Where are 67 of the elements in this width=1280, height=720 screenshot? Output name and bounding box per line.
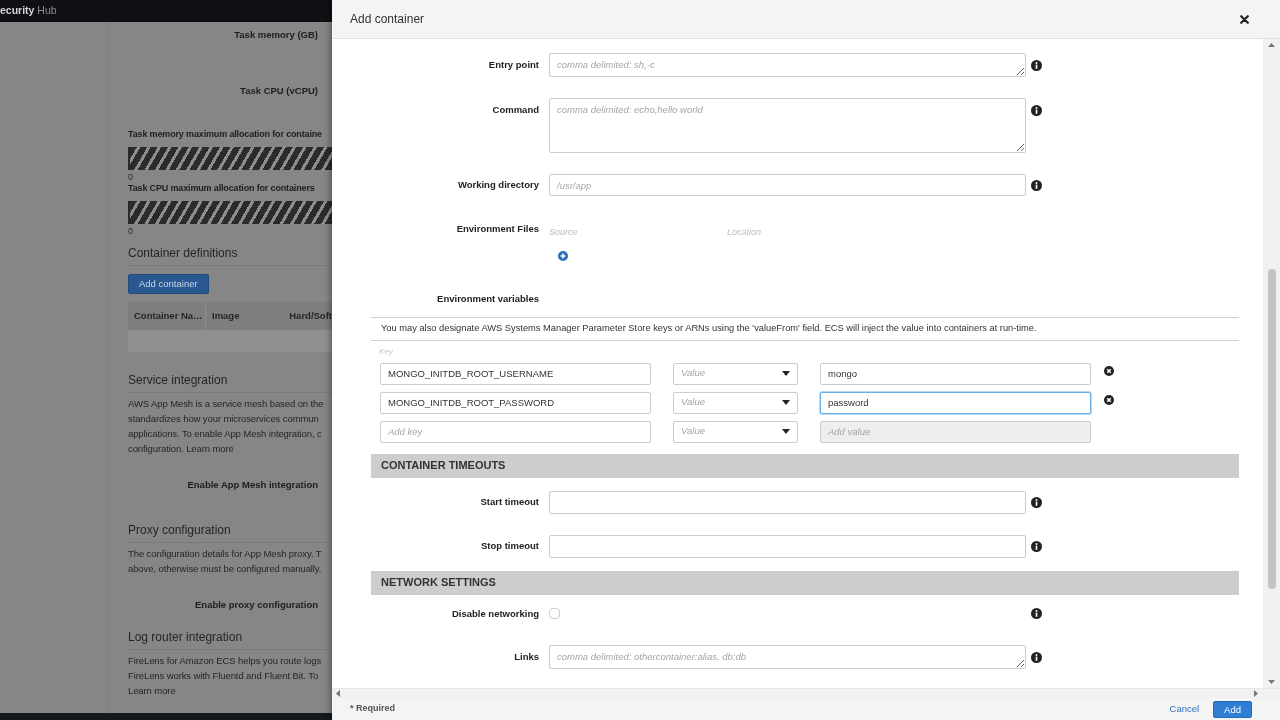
text-area[interactable]: comma delimited: sh,-c bbox=[549, 53, 1026, 77]
required-note: * Required bbox=[350, 702, 395, 716]
value-type-select[interactable]: Value bbox=[673, 420, 798, 443]
section-heading: Service integration bbox=[128, 372, 228, 388]
allocation-value: 0 bbox=[128, 226, 133, 236]
value-type-select[interactable]: Value bbox=[673, 391, 798, 414]
plus-circle-icon[interactable] bbox=[558, 250, 568, 261]
section-heading: Proxy configuration bbox=[128, 522, 231, 538]
allocation-value: 0 bbox=[128, 172, 133, 182]
field-label: Entry point bbox=[487, 59, 539, 71]
add-container-button[interactable]: Add container bbox=[128, 274, 209, 294]
scroll-right-icon bbox=[1254, 690, 1258, 697]
scroll-down-icon bbox=[1268, 680, 1275, 684]
text-area[interactable]: comma delimited: othercontainer:alias, db:db bbox=[549, 644, 1026, 669]
input-field[interactable] bbox=[549, 534, 1026, 558]
column-header: Image bbox=[211, 308, 241, 323]
key-field[interactable]: MONGO_INITDB_ROOT_USERNAME bbox=[380, 362, 651, 385]
key-field[interactable]: MONGO_INITDB_ROOT_PASSWORD bbox=[380, 391, 651, 414]
scroll-left-icon bbox=[336, 690, 340, 697]
learn-more-link[interactable]: Learn more bbox=[128, 685, 176, 696]
column-header: Location bbox=[727, 226, 763, 239]
field-label: Links bbox=[513, 650, 539, 663]
section-header: NETWORK SETTINGS bbox=[371, 570, 1239, 595]
field-label: Working directory bbox=[456, 179, 539, 191]
field-label: Disable networking bbox=[450, 607, 539, 620]
caret-icon bbox=[782, 429, 790, 434]
help-text: You may also designate AWS Systems Manager Parameter Store keys or ARNs using the 'valueFrom' field. ECS will inject the value into containers at run-time. bbox=[371, 316, 1239, 341]
field-label: Environment Files bbox=[455, 223, 539, 235]
input-field[interactable]: /usr/app bbox=[549, 174, 1026, 196]
section-description: AWS App Mesh is a service mesh based on the standardizes how your microservices commun applications. To enable App Mesh integration, c configuration. Learn more bbox=[128, 397, 325, 456]
service-name: ecurity Hub bbox=[0, 3, 57, 19]
scrollbar-thumb[interactable] bbox=[1267, 269, 1276, 589]
column-header: Source bbox=[549, 226, 579, 239]
caret-icon bbox=[782, 400, 790, 405]
value-type-select[interactable]: Value bbox=[673, 362, 798, 385]
checkbox[interactable] bbox=[549, 608, 560, 619]
section-heading: Container definitions bbox=[128, 245, 238, 261]
field-label: Environment variables bbox=[436, 292, 539, 305]
input-field[interactable] bbox=[549, 490, 1026, 514]
allocation-label: Task memory maximum allocation for containe bbox=[128, 128, 322, 140]
modal-title: Add container bbox=[350, 11, 425, 27]
field-label: Start timeout bbox=[479, 496, 539, 508]
field-label: Stop timeout bbox=[479, 540, 539, 552]
toggle-label: Enable proxy configuration bbox=[195, 599, 319, 611]
field-label: Task memory (GB) bbox=[234, 29, 319, 41]
section-description: FireLens for Amazon ECS helps you route logs FireLens works with Fluentd and Fluent Bit. To Learn more bbox=[128, 654, 323, 698]
x-circle-icon[interactable] bbox=[1104, 394, 1114, 405]
close-button[interactable] bbox=[1238, 12, 1251, 26]
toggle-label: Enable App Mesh integration bbox=[187, 479, 319, 491]
section-header: CONTAINER TIMEOUTS bbox=[371, 453, 1239, 478]
value-field[interactable]: password bbox=[820, 391, 1091, 414]
text-area[interactable]: comma delimited: echo,hello world bbox=[549, 98, 1026, 153]
field-label: Command bbox=[491, 104, 539, 116]
caret-icon bbox=[782, 371, 790, 376]
field-label: Task CPU (vCPU) bbox=[240, 85, 319, 97]
x-circle-icon[interactable] bbox=[1104, 365, 1114, 376]
column-header: Hard/Soft bbox=[288, 308, 332, 323]
close-icon bbox=[1240, 14, 1249, 24]
key-field[interactable]: Add key bbox=[380, 420, 651, 443]
cancel-link[interactable]: Cancel bbox=[1169, 701, 1200, 717]
add-button[interactable]: Add bbox=[1213, 700, 1252, 718]
section-description: The configuration details for App Mesh proxy. T above, otherwise must be configured manually. bbox=[128, 547, 323, 576]
scroll-up-icon bbox=[1268, 43, 1275, 47]
section-heading: Log router integration bbox=[128, 629, 243, 645]
allocation-label: Task CPU maximum allocation for containers bbox=[128, 182, 315, 194]
learn-more-link[interactable]: Learn more bbox=[186, 443, 234, 454]
value-field[interactable]: mongo bbox=[820, 362, 1091, 385]
